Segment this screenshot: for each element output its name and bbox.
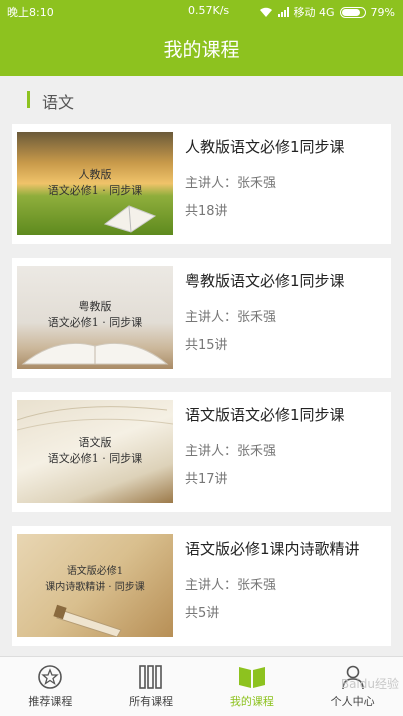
book-illustration <box>17 406 173 431</box>
section-label: 语文 <box>42 93 75 112</box>
tab-label: 推荐课程 <box>28 695 73 708</box>
course-card[interactable]: 粤教版 语文必修1 · 同步课 粤教版语文必修1同步课 主讲人：张禾强 共15讲 <box>12 258 391 378</box>
course-thumbnail: 语文版必修1 课内诗歌精讲 · 同步课 <box>17 534 173 637</box>
course-lesson-count: 共18讲 <box>185 204 228 219</box>
carrier-label: 移动 4G <box>293 6 335 19</box>
bottom-tab-bar: 推荐课程 所有课程 我的课程 个人中心 Baidu经验 <box>0 656 403 716</box>
course-title: 粤教版语文必修1同步课 <box>185 272 345 290</box>
course-teacher: 主讲人：张禾强 <box>185 176 277 191</box>
signal-icon <box>277 7 289 17</box>
course-thumbnail: 语文版 语文必修1 · 同步课 <box>17 400 173 503</box>
tab-label: 个人中心 <box>330 695 375 708</box>
tab-label: 所有课程 <box>129 695 174 708</box>
course-teacher: 主讲人：张禾强 <box>185 310 277 325</box>
book-illustration <box>103 205 157 233</box>
wifi-icon <box>259 7 272 17</box>
section-header: 语文 <box>0 76 403 124</box>
status-time: 晚上8:10 <box>7 6 54 19</box>
watermark: Baidu经验 <box>340 677 399 691</box>
course-thumbnail: 人教版 语文必修1 · 同步课 <box>17 132 173 235</box>
book-illustration <box>21 342 169 365</box>
course-title: 语文版必修1课内诗歌精讲 <box>185 540 360 558</box>
status-right: 移动 4G 79% <box>259 4 395 20</box>
bottle-illustration <box>53 604 122 637</box>
tab-all-courses[interactable]: 所有课程 <box>101 657 202 716</box>
course-card[interactable]: 语文版必修1 课内诗歌精讲 · 同步课 语文版必修1课内诗歌精讲 主讲人：张禾强… <box>12 526 391 646</box>
section-accent-bar <box>27 91 30 108</box>
course-card[interactable]: 语文版 语文必修1 · 同步课 语文版语文必修1同步课 主讲人：张禾强 共17讲 <box>12 392 391 512</box>
course-teacher: 主讲人：张禾强 <box>185 578 277 593</box>
course-lesson-count: 共5讲 <box>185 606 220 621</box>
course-teacher: 主讲人：张禾强 <box>185 444 277 459</box>
course-title: 语文版语文必修1同步课 <box>185 406 345 424</box>
books-icon <box>139 665 162 689</box>
battery-icon <box>339 6 366 18</box>
page-title: 我的课程 <box>0 24 403 76</box>
tab-recommended[interactable]: 推荐课程 <box>0 657 101 716</box>
course-card[interactable]: 人教版 语文必修1 · 同步课 人教版语文必修1同步课 主讲人：张禾强 共18讲 <box>12 124 391 244</box>
tab-my-courses[interactable]: 我的课程 <box>202 657 303 716</box>
star-circle-icon <box>38 665 63 689</box>
network-speed: 0.57K/s <box>188 4 230 17</box>
tab-label: 我的课程 <box>229 695 274 708</box>
course-title: 人教版语文必修1同步课 <box>185 138 345 156</box>
status-bar: 晚上8:10 0.57K/s 移动 4G 79% <box>0 0 403 24</box>
open-book-icon <box>238 667 265 688</box>
course-lesson-count: 共15讲 <box>185 338 228 353</box>
course-thumbnail: 粤教版 语文必修1 · 同步课 <box>17 266 173 369</box>
battery-percent: 79% <box>370 5 395 19</box>
course-lesson-count: 共17讲 <box>185 472 228 487</box>
